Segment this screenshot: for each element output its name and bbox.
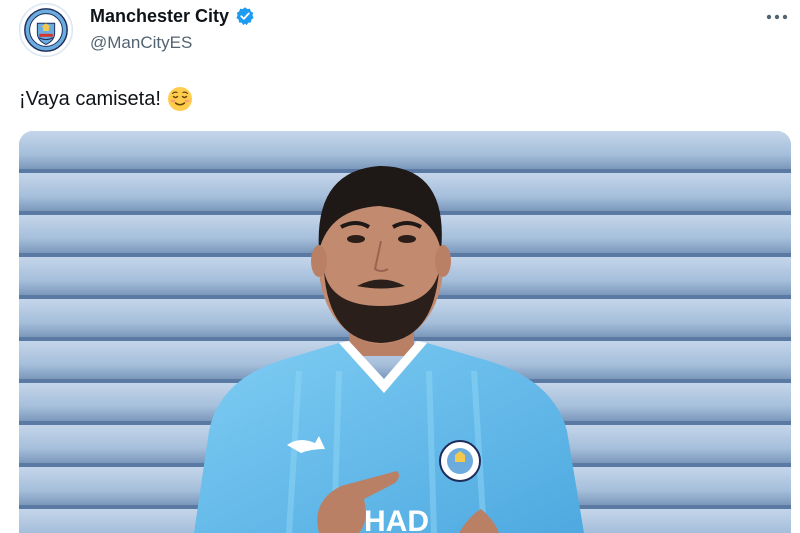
more-options-button[interactable]	[762, 6, 792, 28]
account-handle[interactable]: @ManCityES	[90, 33, 255, 53]
tweet-text-content: ¡Vaya camiseta!	[19, 87, 161, 110]
display-name-row: Manchester City	[90, 5, 255, 27]
verified-badge-icon	[236, 7, 254, 26]
tweet-header: Manchester City @ManCityES	[0, 0, 800, 70]
man-city-crest-icon	[20, 4, 72, 56]
more-options-icon	[766, 14, 788, 20]
kit-sponsor-text: HAD	[364, 505, 429, 533]
account-names: Manchester City @ManCityES	[90, 5, 255, 53]
tweet-media-image[interactable]: HAD	[19, 131, 791, 533]
player-photo: HAD	[19, 131, 791, 533]
display-name[interactable]: Manchester City	[90, 6, 229, 27]
avatar[interactable]	[19, 3, 73, 57]
relieved-face-icon	[167, 87, 192, 111]
tweet-text: ¡Vaya camiseta!	[19, 86, 193, 112]
